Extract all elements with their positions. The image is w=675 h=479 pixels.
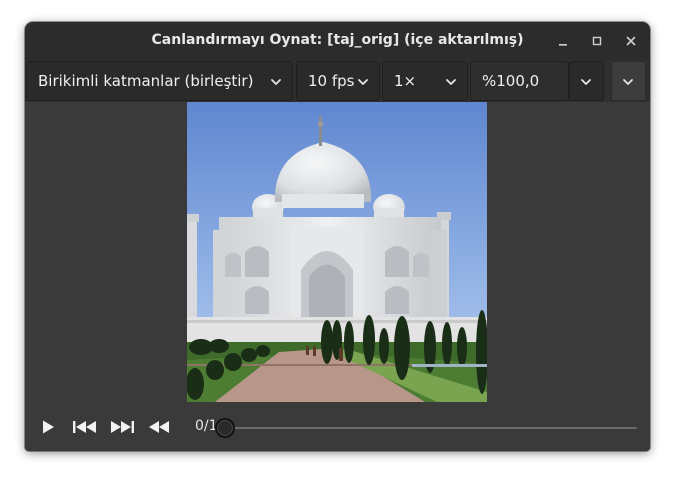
chevron-down-icon [271,79,281,85]
frame-slider-handle[interactable] [215,418,235,438]
minimize-icon [559,44,567,46]
rewind-icon [149,421,169,433]
frame-slider-track[interactable] [225,427,637,429]
skip-to-end-icon [111,421,134,433]
speed-label: 1× [394,72,417,90]
layer-mode-label: Birikimli katmanlar (birleştir) [38,72,254,90]
canvas-area [25,102,650,402]
layer-mode-select[interactable]: Birikimli katmanlar (birleştir) [26,61,293,101]
play-icon [43,420,54,434]
speed-select[interactable]: 1× [382,61,468,101]
play-button[interactable] [39,418,57,436]
first-frame-button[interactable] [72,418,98,436]
close-icon [626,36,636,46]
toolbar: Birikimli katmanlar (birleştir) 10 fps 1… [25,60,650,102]
chevron-down-icon [358,79,368,85]
chevron-down-icon [623,79,633,85]
rewind-button[interactable] [147,418,171,436]
zoom-input[interactable]: %100,0 [470,61,569,101]
animation-frame [187,102,487,402]
playback-window: Canlandırmayı Oynat: [taj_orig] (içe akt… [25,22,650,451]
skip-to-start-icon [73,421,96,433]
maximize-button[interactable] [587,31,607,51]
close-button[interactable] [621,31,641,51]
menu-button[interactable] [611,61,646,101]
minimize-button[interactable] [553,31,573,51]
zoom-dropdown-button[interactable] [569,61,604,101]
maximize-icon [592,36,602,46]
last-frame-button[interactable] [109,418,135,436]
titlebar: Canlandırmayı Oynat: [taj_orig] (içe akt… [25,22,650,60]
chevron-down-icon [446,79,456,85]
frame-image [187,102,487,402]
zoom-value: %100,0 [482,72,540,90]
chevron-down-icon [581,79,591,85]
playback-controls: 0/1 [25,402,650,451]
fps-label: 10 fps [308,72,355,90]
fps-select[interactable]: 10 fps [296,61,380,101]
